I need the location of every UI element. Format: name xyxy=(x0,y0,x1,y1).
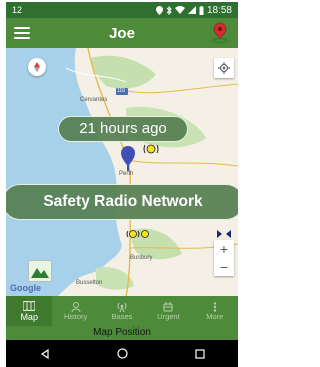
zoom-in-button[interactable]: + xyxy=(214,240,234,258)
bluetooth-icon xyxy=(166,5,172,15)
fullscreen-icon[interactable] xyxy=(216,229,232,239)
compass-button[interactable] xyxy=(28,58,46,76)
base-marker[interactable] xyxy=(143,144,159,154)
network-name-bubble: Safety Radio Network xyxy=(6,184,238,220)
nav-urgent-label: Urgent xyxy=(157,312,180,321)
nav-bases-label: Bases xyxy=(111,312,133,321)
system-nav-bar xyxy=(6,340,238,367)
status-time: 18:58 xyxy=(206,4,232,16)
map-icon xyxy=(23,301,36,312)
back-icon[interactable] xyxy=(40,348,50,359)
user-location-marker[interactable] xyxy=(121,146,135,171)
nav-bases[interactable]: Bases xyxy=(99,296,145,326)
app-title: Joe xyxy=(109,25,135,42)
more-icon xyxy=(213,301,217,312)
nav-more-label: More xyxy=(206,312,224,321)
nav-urgent[interactable]: Urgent xyxy=(145,296,191,326)
status-left-indicator: 12 xyxy=(12,5,23,15)
map-pin-icon[interactable] xyxy=(210,22,230,44)
alert-icon xyxy=(162,301,174,312)
map-layer-button[interactable] xyxy=(28,260,52,282)
map-label-perth: Perth xyxy=(119,171,134,177)
map-position-bar[interactable]: Map Position xyxy=(6,326,238,340)
zoom-control: + − xyxy=(214,240,234,276)
map-view[interactable]: Cervantes Perth Bunbury Busselton 116 21… xyxy=(6,48,238,296)
mountain-icon xyxy=(29,261,51,281)
road-badge-116: 116 xyxy=(117,88,125,94)
nav-more[interactable]: More xyxy=(192,296,238,326)
compass-icon xyxy=(34,62,40,72)
status-bar: 12 18:58 xyxy=(6,2,238,18)
google-attribution: Google xyxy=(10,283,41,293)
person-icon xyxy=(71,301,81,312)
crosshair-icon xyxy=(218,62,230,74)
my-location-button[interactable] xyxy=(214,58,234,78)
radio-tower-icon xyxy=(116,301,128,312)
bottom-nav: Map History Bases Urgent More xyxy=(6,296,238,326)
nav-map-label: Map xyxy=(20,311,38,322)
nav-history-label: History xyxy=(63,312,88,321)
wifi-icon xyxy=(174,6,185,14)
nav-history[interactable]: History xyxy=(52,296,98,326)
map-label-cervantes: Cervantes xyxy=(80,97,108,103)
app-screen: 12 18:58 Joe Cervantes Perth Bunbury Bus… xyxy=(0,0,244,367)
base-marker[interactable] xyxy=(141,230,149,238)
map-label-busselton: Busselton xyxy=(76,280,103,286)
battery-icon xyxy=(199,5,204,15)
app-bar: Joe xyxy=(6,18,238,48)
zoom-out-button[interactable]: − xyxy=(214,258,234,276)
recents-icon[interactable] xyxy=(194,348,205,359)
signal-icon xyxy=(187,6,196,14)
location-icon xyxy=(155,5,163,15)
status-icons: 18:58 xyxy=(155,4,232,16)
last-seen-bubble: 21 hours ago xyxy=(58,116,188,142)
map-label-bunbury: Bunbury xyxy=(130,255,153,261)
home-icon[interactable] xyxy=(116,348,128,359)
nav-map[interactable]: Map xyxy=(6,296,53,326)
